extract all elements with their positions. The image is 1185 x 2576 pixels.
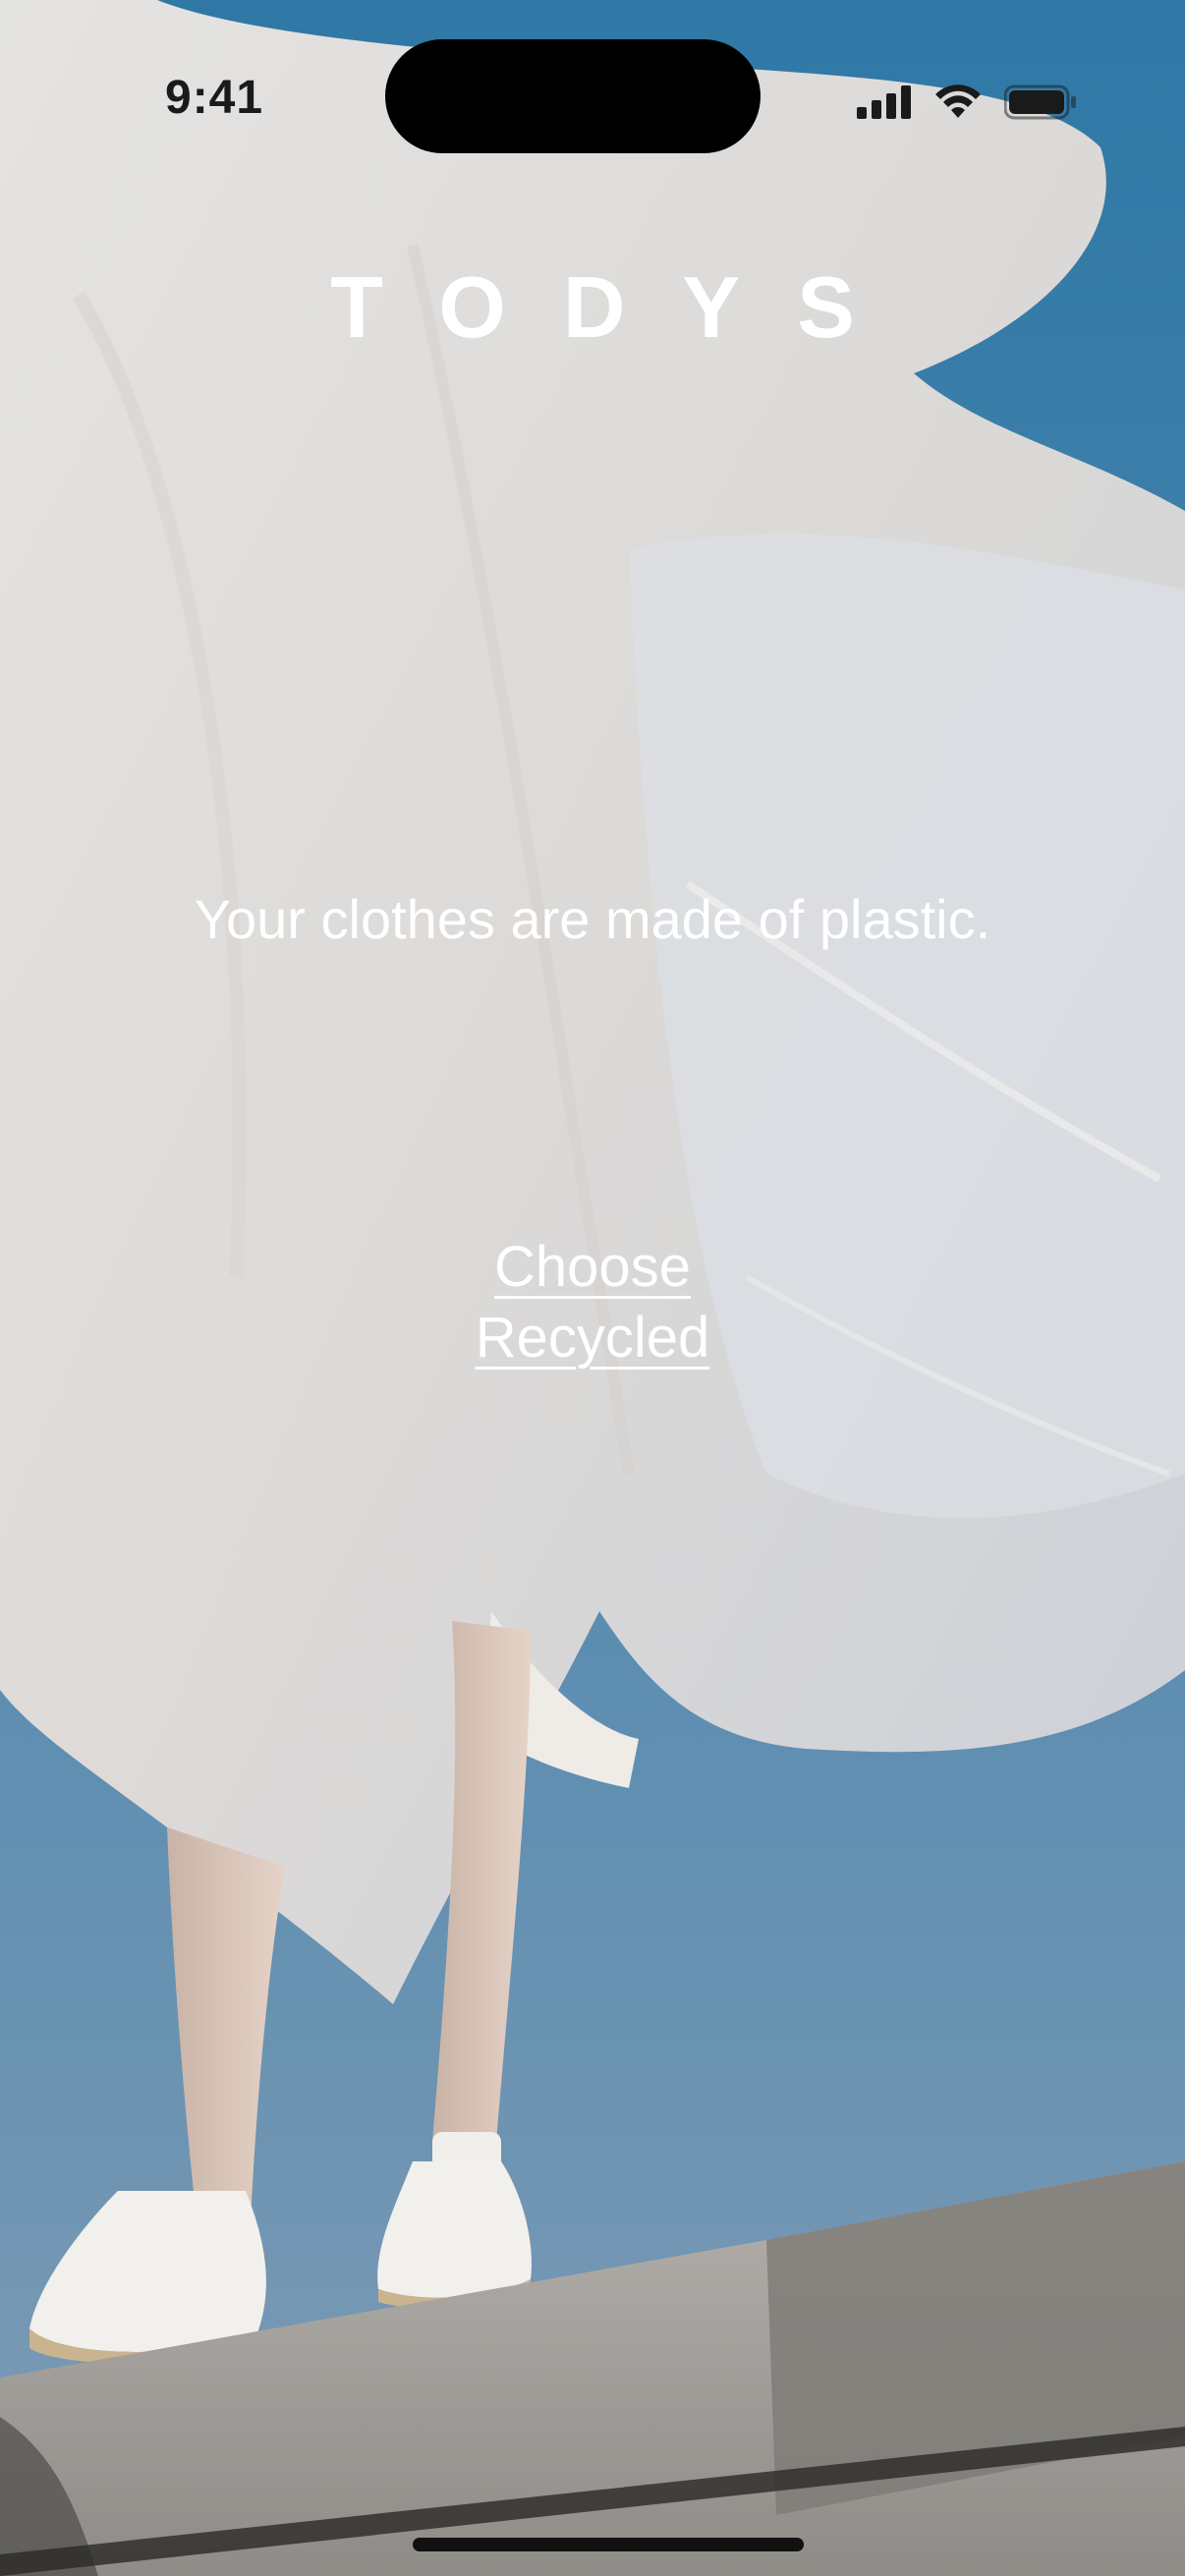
dynamic-island (385, 39, 761, 153)
battery-icon (1003, 84, 1077, 125)
home-indicator[interactable] (413, 2538, 804, 2551)
cta-line-1: Choose (494, 1235, 691, 1299)
wifi-icon (933, 84, 983, 125)
cellular-signal-icon (857, 85, 912, 124)
app-screen: 9:41 TODYS Your clothes are made of plas… (0, 0, 1185, 2576)
status-bar-time: 9:41 (165, 72, 264, 124)
choose-recycled-link[interactable]: Choose Recycled (396, 1232, 789, 1373)
status-bar-icons (857, 84, 1077, 125)
cta-line-2: Recycled (475, 1306, 710, 1370)
brand-logo-text: TODYS (330, 258, 912, 356)
hero-headline: Your clothes are made of plastic. (194, 888, 991, 950)
